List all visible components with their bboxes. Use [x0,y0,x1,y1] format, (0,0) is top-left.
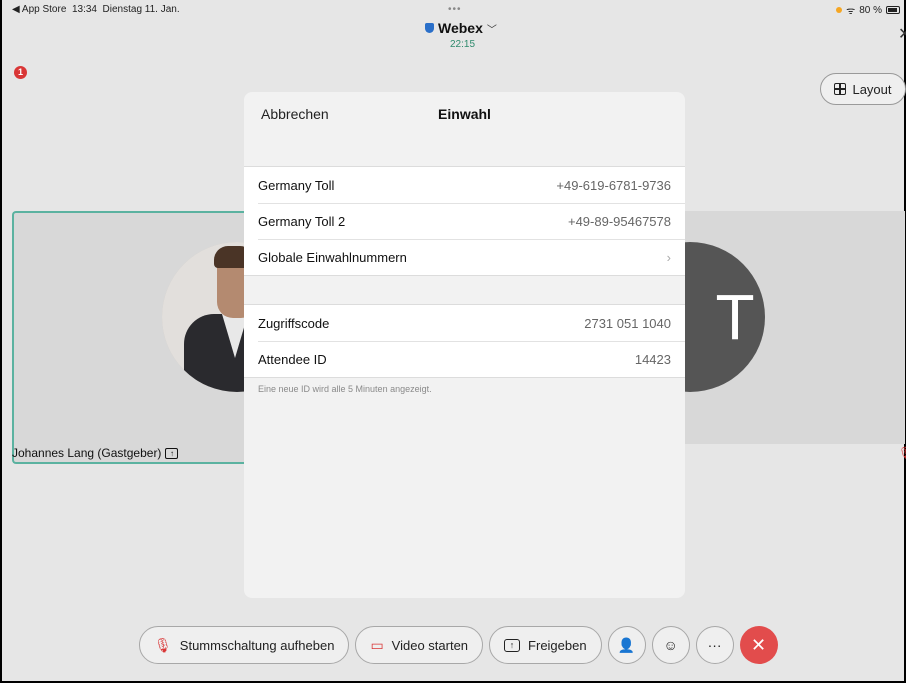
meeting-title-button[interactable]: Webex ﹀ [425,20,497,36]
battery-icon [886,6,900,14]
status-left: ◀ App Store 13:34 Dienstag 11. Jan. [12,4,180,15]
mic-muted-icon: 🎙 [154,636,172,653]
close-icon[interactable]: ✕ [898,24,906,44]
back-to-app-link[interactable]: ◀ App Store [12,4,66,15]
unmute-label: Stummschaltung aufheben [179,637,335,653]
attendee-id-footnote: Eine neue ID wird alle 5 Minuten angezei… [258,384,432,394]
share-screen-icon: ↑ [504,638,521,652]
layout-button[interactable]: Layout [820,73,906,105]
mic-indicator-icon [836,7,843,13]
access-code-row[interactable]: Zugriffscode 2731 051 1040 [244,305,685,341]
participants-icon: 👤 [617,636,636,653]
dial-in-row-germany-toll[interactable]: Germany Toll +49-619-6781-9736 [244,167,685,203]
participants-button[interactable]: 👤 [607,626,646,664]
unmute-button[interactable]: 🎙 Stummschaltung aufheben [139,626,350,664]
share-button[interactable]: ↑ Freigeben [489,626,602,664]
chevron-right-icon: › [666,249,671,265]
close-icon: ✕ [751,634,767,655]
muted-mic-icon: 🎙 [898,446,906,460]
meeting-timer: 22:15 [450,39,476,50]
row-label: Globale Einwahlnummern [258,249,407,265]
access-info-group: Zugriffscode 2731 051 1040 Attendee ID 1… [244,304,685,378]
start-video-button[interactable]: ▭ Video starten [355,626,484,664]
share-label: Freigeben [528,637,587,653]
more-options-button[interactable]: ··· [695,626,734,664]
notification-badge[interactable]: 1 [14,66,27,79]
status-date: Dienstag 11. Jan. [102,4,180,15]
row-label: Zugriffscode [258,315,330,331]
row-value: 14423 [634,351,671,367]
dial-in-dialog: Abbrechen Einwahl Germany Toll +49-619-6… [244,92,685,598]
grid-icon [834,83,847,95]
row-value: +49-89-95467578 [567,213,671,229]
row-value: 2731 051 1040 [584,315,671,331]
participant-name: Johannes Lang (Gastgeber) [12,446,162,460]
dial-in-numbers-group: Germany Toll +49-619-6781-9736 Germany T… [244,166,685,276]
dial-in-row-global-numbers[interactable]: Globale Einwahlnummern › [244,239,685,275]
emoji-icon: ☺ [663,637,678,653]
shield-icon [425,23,434,33]
dial-in-row-germany-toll-2[interactable]: Germany Toll 2 +49-89-95467578 [244,203,685,239]
attendee-id-row[interactable]: Attendee ID 14423 [244,341,685,377]
row-value: +49-619-6781-9736 [556,177,671,193]
sharing-icon: ↑ [165,447,179,459]
row-label: Attendee ID [258,351,327,367]
status-right: ᯤ 80 % [836,3,900,17]
wifi-icon: ᯤ [846,6,856,17]
leave-meeting-button[interactable]: ✕ [739,626,778,664]
status-time: 13:34 [71,4,97,15]
row-label: Germany Toll 2 [258,213,346,229]
battery-percent: 80 % [859,4,882,16]
layout-label: Layout [852,81,892,97]
meeting-controls: 🎙 Stummschaltung aufheben ▭ Video starte… [139,626,778,664]
video-label: Video starten [391,637,469,653]
multitasking-dots-icon[interactable]: ••• [448,4,462,15]
dialog-header: Abbrechen Einwahl [244,92,685,166]
dialog-title: Einwahl [438,106,491,122]
chevron-down-icon: ﹀ [486,24,497,36]
app-screen: ◀ App Store 13:34 Dienstag 11. Jan. ᯤ 80… [0,0,906,683]
ellipsis-icon: ··· [707,637,722,653]
video-off-icon: ▭ [370,636,384,653]
reactions-button[interactable]: ☺ [651,626,690,664]
row-label: Germany Toll [258,177,335,193]
participant-name-label: Johannes Lang (Gastgeber) ↑ [12,446,179,460]
app-title: Webex [438,20,483,36]
